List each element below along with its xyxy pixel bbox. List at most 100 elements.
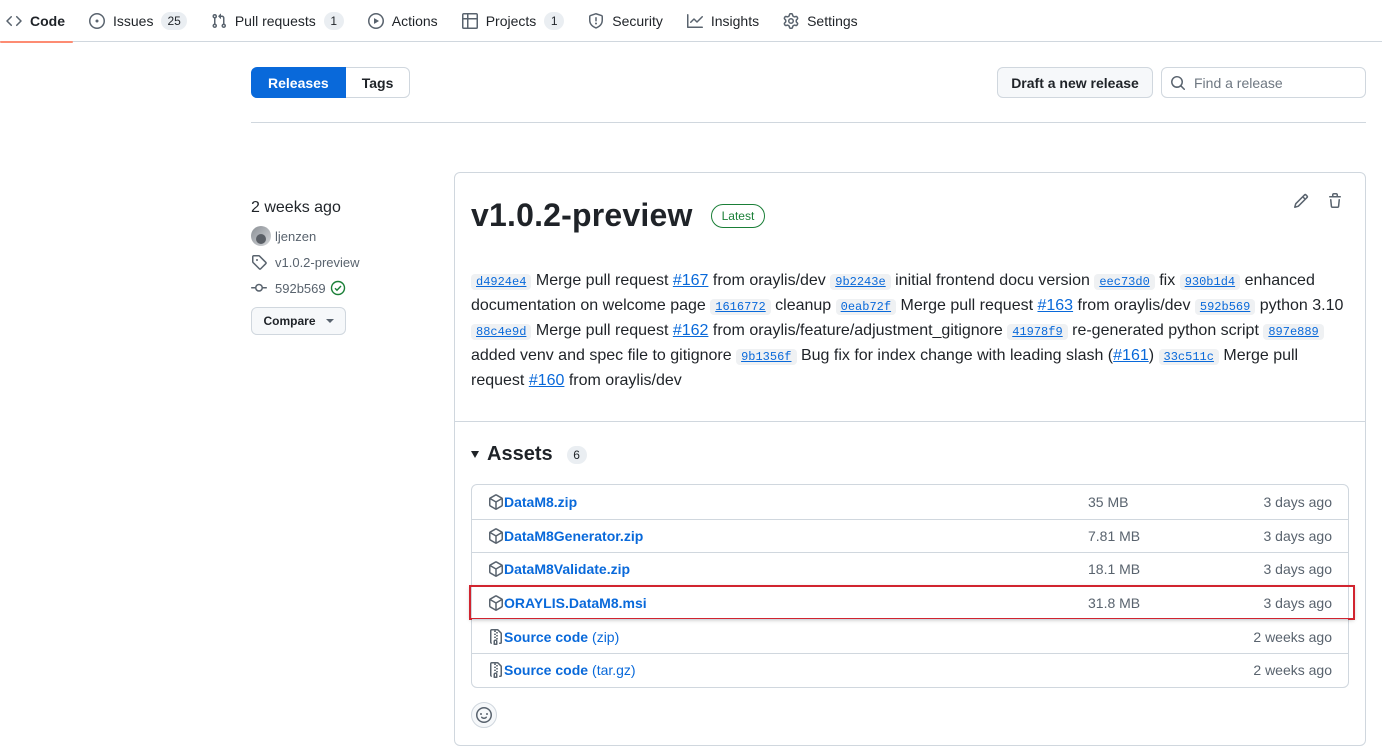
commit-link[interactable]: 41978f9: [1007, 324, 1068, 340]
search-input[interactable]: [1194, 74, 1354, 91]
release-commit[interactable]: 592b569: [251, 279, 441, 297]
commit-link[interactable]: 897e889: [1263, 324, 1324, 340]
note-item: d4924e4 Merge pull request #167 from ora…: [471, 272, 830, 290]
asset-size: 18.1 MB: [1088, 561, 1141, 578]
divider: [251, 122, 1366, 123]
tab-label: Issues: [113, 12, 154, 29]
smiley-icon: [476, 707, 492, 723]
commit-link[interactable]: 0eab72f: [835, 299, 897, 315]
release-title[interactable]: v1.0.2-preview: [471, 197, 693, 234]
commit-link[interactable]: 930b1d4: [1179, 274, 1241, 290]
assets-list: DataM8.zip 35 MB 3 days ago DataM8Genera…: [469, 484, 1355, 688]
pr-link[interactable]: #167: [673, 272, 709, 289]
compare-label: Compare: [263, 314, 316, 328]
asset-link[interactable]: DataM8Generator.zip: [504, 528, 643, 544]
asset-row: DataM8Validate.zip 18.1 MB 3 days ago: [472, 552, 1348, 586]
asset-ext[interactable]: (tar.gz): [592, 662, 636, 678]
releases-tab[interactable]: Releases: [251, 67, 346, 98]
issue-opened-icon: [89, 12, 105, 29]
tab-label: Insights: [710, 12, 760, 29]
play-icon: [367, 12, 384, 29]
commit-link[interactable]: d4924e4: [471, 274, 532, 290]
pr-link[interactable]: #162: [673, 322, 709, 339]
release-title-row: v1.0.2-preview Latest: [471, 197, 766, 234]
issues-count: 25: [161, 11, 187, 30]
note-item: 9b2243e initial frontend docu version: [830, 272, 1094, 290]
assets-heading: Assets: [487, 443, 553, 465]
asset-date: 3 days ago: [1263, 493, 1333, 510]
avatar[interactable]: [251, 226, 271, 246]
tab-actions[interactable]: Actions: [366, 0, 450, 42]
tag-icon: [252, 255, 267, 270]
commit-link[interactable]: eec73d0: [1094, 274, 1155, 290]
compare-button[interactable]: Compare: [251, 307, 346, 335]
pencil-icon[interactable]: [1293, 193, 1309, 209]
asset-link[interactable]: ORAYLIS.DataM8.msi: [504, 595, 647, 611]
asset-date: 3 days ago: [1263, 561, 1333, 578]
asset-link[interactable]: DataM8Validate.zip: [504, 561, 630, 577]
table-icon: [461, 12, 478, 29]
code-icon: [6, 13, 22, 29]
asset-date: 2 weeks ago: [1253, 628, 1332, 645]
pr-link[interactable]: #163: [1037, 297, 1073, 314]
tags-tab[interactable]: Tags: [345, 67, 411, 98]
tag-name[interactable]: v1.0.2-preview: [275, 255, 360, 270]
commit-link[interactable]: 9b1356f: [736, 349, 797, 365]
tab-label: Security: [612, 12, 663, 29]
draft-release-button[interactable]: Draft a new release: [997, 67, 1153, 98]
package-icon: [488, 493, 504, 510]
projects-count: 1: [544, 11, 565, 30]
pr-link[interactable]: #160: [529, 372, 565, 389]
asset-link[interactable]: DataM8.zip: [504, 494, 577, 510]
release-date: 2 weeks ago: [251, 199, 341, 216]
asset-date: 2 weeks ago: [1253, 662, 1332, 679]
asset-row: Source code (zip) 2 weeks ago: [472, 619, 1348, 653]
note-item: 592b569 python 3.10: [1194, 297, 1343, 315]
asset-row: Source code (tar.gz) 2 weeks ago: [472, 652, 1348, 687]
tab-settings[interactable]: Settings: [781, 0, 870, 42]
git-pull-request-icon: [211, 13, 227, 29]
release-card: v1.0.2-preview Latest d4924e4 Merge pull…: [454, 172, 1366, 746]
package-icon: [488, 595, 504, 611]
tab-label: Projects: [485, 12, 537, 29]
asset-link[interactable]: Source code: [504, 662, 588, 678]
tab-label: Actions: [391, 12, 438, 29]
tab-projects[interactable]: Projects 1: [460, 0, 577, 42]
commit-link[interactable]: 592b569: [1194, 299, 1256, 315]
author-name[interactable]: ljenzen: [275, 229, 316, 244]
asset-row: DataM8Generator.zip 7.81 MB 3 days ago: [472, 518, 1348, 553]
tab-security[interactable]: Security: [586, 0, 675, 42]
note-item: 1616772 cleanup: [710, 297, 835, 315]
asset-size: 31.8 MB: [1088, 595, 1141, 612]
asset-size: 35 MB: [1088, 493, 1129, 510]
release-author[interactable]: ljenzen: [251, 226, 441, 246]
note-item: 41978f9 re-generated python script: [1007, 322, 1263, 340]
note-item: 9b1356f Bug fix for index change with le…: [736, 347, 1158, 365]
asset-row-highlighted: ORAYLIS.DataM8.msi 31.8 MB 3 days ago: [469, 584, 1355, 621]
tab-issues[interactable]: Issues 25: [87, 0, 199, 42]
pull-requests-count: 1: [323, 11, 344, 30]
caret-down-icon: [325, 319, 334, 323]
tab-pull-requests[interactable]: Pull requests 1: [209, 0, 356, 42]
verified-check-icon: [330, 280, 345, 296]
tab-insights[interactable]: Insights: [685, 0, 771, 42]
asset-ext[interactable]: (zip): [592, 629, 619, 645]
add-reaction-button[interactable]: [471, 702, 497, 728]
pr-link[interactable]: #161: [1113, 347, 1149, 364]
latest-badge: Latest: [710, 203, 766, 228]
git-commit-icon: [251, 283, 267, 292]
commit-link[interactable]: 1616772: [710, 299, 771, 315]
trash-icon[interactable]: [1327, 193, 1343, 209]
commit-link[interactable]: 88c4e9d: [471, 324, 532, 340]
commit-sha[interactable]: 592b569: [275, 281, 326, 296]
note-item: 88c4e9d Merge pull request #162 from ora…: [471, 322, 1007, 340]
release-tag[interactable]: v1.0.2-preview: [251, 253, 441, 271]
commit-link[interactable]: 33c511c: [1158, 349, 1219, 365]
tab-code[interactable]: Code: [0, 0, 77, 43]
graph-icon: [686, 13, 703, 29]
asset-row: DataM8.zip 35 MB 3 days ago: [472, 485, 1348, 519]
commit-link[interactable]: 9b2243e: [830, 274, 891, 290]
assets-toggle[interactable]: Assets 6: [471, 443, 587, 466]
asset-link[interactable]: Source code: [504, 629, 588, 645]
tab-label: Pull requests: [234, 12, 316, 29]
